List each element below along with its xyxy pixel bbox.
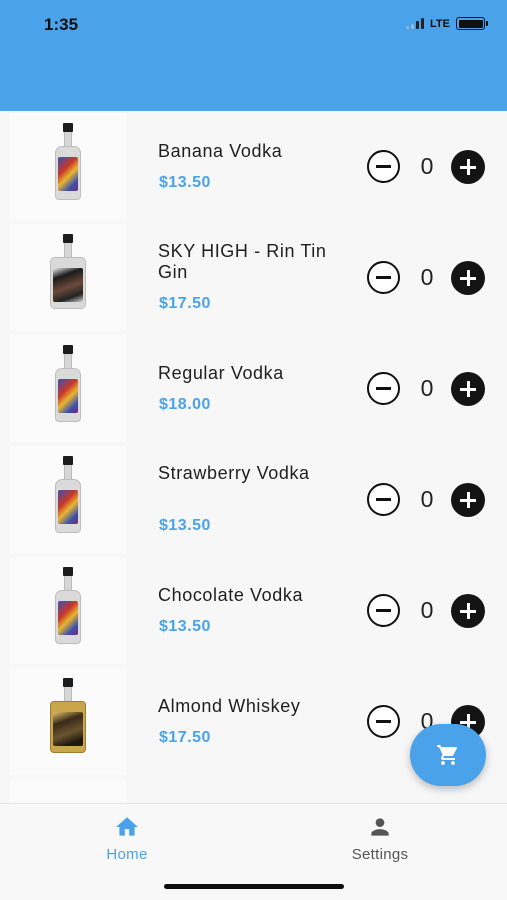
- increase-quantity-button[interactable]: [451, 261, 485, 295]
- product-image: [10, 113, 126, 220]
- quantity-value: 0: [420, 153, 434, 179]
- product-name: Strawberry Vodka: [158, 463, 310, 483]
- product-name: Regular Vodka: [158, 363, 284, 383]
- decrease-quantity-button[interactable]: [367, 372, 400, 405]
- increase-quantity-button[interactable]: [451, 483, 485, 517]
- increase-quantity-button[interactable]: [451, 372, 485, 406]
- status-indicators: LTE: [406, 17, 488, 30]
- person-icon: [371, 818, 389, 836]
- increase-quantity-button[interactable]: [451, 150, 485, 184]
- product-image: [10, 557, 126, 664]
- product-price: $13.50: [159, 517, 211, 534]
- product-row: Banana Vodka $13.50 0: [0, 111, 507, 222]
- product-name: Chocolate Vodka: [158, 585, 304, 605]
- product-list[interactable]: Banana Vodka $13.50 0 SKY HIGH - Rin Tin…: [0, 111, 507, 803]
- app-header: 1:35 LTE: [0, 0, 507, 111]
- signal-icon: [406, 18, 425, 29]
- product-row: Regular Vodka $18.00 0: [0, 333, 507, 444]
- decrease-quantity-button[interactable]: [367, 705, 400, 738]
- decrease-quantity-button[interactable]: [367, 261, 400, 294]
- product-price: $17.50: [159, 295, 211, 312]
- increase-quantity-button[interactable]: [451, 594, 485, 628]
- tab-settings[interactable]: Settings: [320, 814, 440, 863]
- quantity-value: 0: [420, 375, 434, 401]
- tab-home-label: Home: [106, 846, 148, 863]
- product-price: $13.50: [159, 618, 211, 635]
- status-time: 1:35: [44, 15, 79, 34]
- product-name: Banana Vodka: [158, 141, 283, 161]
- product-row: Strawberry Vodka $13.50 0: [0, 444, 507, 555]
- product-image: [10, 779, 126, 803]
- product-image: [10, 668, 126, 775]
- quantity-value: 0: [420, 264, 434, 290]
- decrease-quantity-button[interactable]: [367, 594, 400, 627]
- product-price: $18.00: [159, 396, 211, 413]
- battery-icon: [456, 17, 488, 30]
- product-row: Chocolate Vodka $13.50 0: [0, 555, 507, 666]
- quantity-value: 0: [420, 597, 434, 623]
- product-name: Almond Whiskey: [158, 696, 301, 716]
- product-image: [10, 335, 126, 442]
- cart-button[interactable]: [410, 724, 486, 786]
- decrease-quantity-button[interactable]: [367, 150, 400, 183]
- decrease-quantity-button[interactable]: [367, 483, 400, 516]
- network-type: LTE: [430, 17, 450, 30]
- cart-icon: [437, 745, 458, 765]
- product-price: $13.50: [159, 174, 211, 191]
- quantity-value: 0: [420, 486, 434, 512]
- home-indicator[interactable]: [164, 884, 344, 889]
- product-row: SKY HIGH - Rin Tin Gin $17.50 0: [0, 222, 507, 333]
- product-image: [10, 446, 126, 553]
- tab-settings-label: Settings: [351, 846, 409, 863]
- home-icon: [116, 817, 138, 836]
- product-name: SKY HIGH - Rin Tin Gin: [158, 241, 327, 282]
- product-image: [10, 224, 126, 331]
- tab-home[interactable]: Home: [67, 814, 187, 863]
- product-price: $17.50: [159, 729, 211, 746]
